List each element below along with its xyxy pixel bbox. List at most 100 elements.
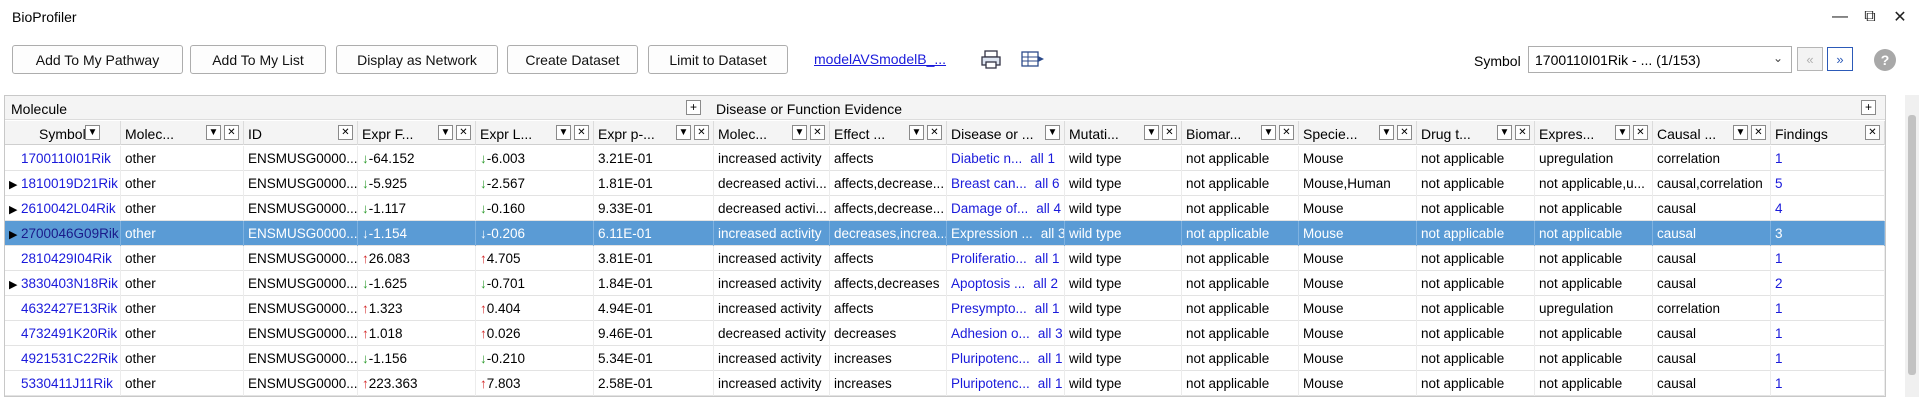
filter-icon[interactable]: ▼ bbox=[1261, 125, 1276, 140]
filter-icon[interactable]: ▼ bbox=[1615, 125, 1630, 140]
cell-findings[interactable]: 1 bbox=[1771, 321, 1885, 346]
column-header-species[interactable]: Specie... ▼ ✕ bbox=[1299, 121, 1417, 145]
disease-link[interactable]: Expression ... bbox=[951, 226, 1033, 241]
disease-link[interactable]: Diabetic n... bbox=[951, 151, 1022, 166]
table-row[interactable]: 1700110I01Rik other ENSMUSG0000... ↓-64.152… bbox=[5, 146, 1885, 171]
all-findings-link[interactable]: all 1 bbox=[1038, 376, 1063, 391]
expand-row-icon[interactable]: ▶ bbox=[9, 178, 21, 191]
previous-symbol-button[interactable]: « bbox=[1797, 47, 1823, 71]
column-header-disease[interactable]: Disease or ... ▼ bbox=[947, 121, 1065, 145]
next-symbol-button[interactable]: » bbox=[1827, 47, 1853, 71]
filter-icon[interactable]: ▼ bbox=[1379, 125, 1394, 140]
symbol-link[interactable]: 2810429I04Rik bbox=[21, 251, 112, 266]
disease-link[interactable]: Damage of... bbox=[951, 201, 1028, 216]
filter-icon[interactable]: ▼ bbox=[1045, 125, 1060, 140]
filter-icon[interactable]: ▼ bbox=[206, 125, 221, 140]
column-header-p[interactable]: Expr p-... ▼ ✕ bbox=[594, 121, 714, 145]
table-row[interactable]: 2810429I04Rik other ENSMUSG0000... ↑26.083 ↑… bbox=[5, 246, 1885, 271]
remove-column-icon[interactable]: ✕ bbox=[338, 125, 353, 140]
print-icon[interactable] bbox=[980, 48, 1004, 70]
close-icon[interactable]: ✕ bbox=[1888, 6, 1912, 28]
expand-disease-group-icon[interactable]: + bbox=[1861, 100, 1876, 115]
column-header-id[interactable]: ID ✕ bbox=[244, 121, 358, 145]
table-row[interactable]: ▶ 2700046G09Rik other ENSMUSG0000... ↓-1.154… bbox=[5, 221, 1885, 246]
all-findings-link[interactable]: all 6 bbox=[1035, 176, 1060, 191]
cell-symbol[interactable]: ▶ 2610042L04Rik bbox=[5, 196, 121, 221]
column-header-bio[interactable]: Biomar... ▼ ✕ bbox=[1182, 121, 1299, 145]
cell-disease[interactable]: Expression ... all 3 bbox=[947, 221, 1065, 246]
cell-findings[interactable]: 3 bbox=[1771, 221, 1885, 246]
remove-column-icon[interactable]: ✕ bbox=[1751, 125, 1766, 140]
findings-count-link[interactable]: 1 bbox=[1775, 376, 1783, 391]
findings-count-link[interactable]: 1 bbox=[1775, 301, 1783, 316]
cell-disease[interactable]: Diabetic n... all 1 bbox=[947, 146, 1065, 171]
column-header-expr[interactable]: Expres... ▼ ✕ bbox=[1535, 121, 1653, 145]
symbol-link[interactable]: 2610042L04Rik bbox=[21, 201, 116, 216]
findings-count-link[interactable]: 4 bbox=[1775, 201, 1783, 216]
filter-icon[interactable]: ▼ bbox=[438, 125, 453, 140]
findings-count-link[interactable]: 1 bbox=[1775, 351, 1783, 366]
symbol-link[interactable]: 4632427E13Rik bbox=[21, 301, 117, 316]
findings-count-link[interactable]: 1 bbox=[1775, 151, 1783, 166]
column-header-effect[interactable]: Effect ... ▼ ✕ bbox=[830, 121, 947, 145]
filter-icon[interactable]: ▼ bbox=[1497, 125, 1512, 140]
all-findings-link[interactable]: all 1 bbox=[1035, 301, 1060, 316]
disease-link[interactable]: Proliferatio... bbox=[951, 251, 1027, 266]
filter-icon[interactable]: ▼ bbox=[792, 125, 807, 140]
column-header-causal[interactable]: Causal ... ▼ ✕ bbox=[1653, 121, 1771, 145]
remove-column-icon[interactable]: ✕ bbox=[927, 125, 942, 140]
expand-row-icon[interactable]: ▶ bbox=[9, 278, 21, 291]
disease-link[interactable]: Pluripotenc... bbox=[951, 376, 1030, 391]
remove-column-icon[interactable]: ✕ bbox=[1397, 125, 1412, 140]
remove-column-icon[interactable]: ✕ bbox=[1865, 125, 1880, 140]
all-findings-link[interactable]: all 1 bbox=[1030, 151, 1055, 166]
cell-disease[interactable]: Pluripotenc... all 1 bbox=[947, 371, 1065, 396]
cell-findings[interactable]: 1 bbox=[1771, 146, 1885, 171]
cell-symbol[interactable]: 4921531C22Rik bbox=[5, 346, 121, 371]
cell-disease[interactable]: Adhesion o... all 3 bbox=[947, 321, 1065, 346]
remove-column-icon[interactable]: ✕ bbox=[224, 125, 239, 140]
column-header-drug[interactable]: Drug t... ▼ ✕ bbox=[1417, 121, 1535, 145]
cell-findings[interactable]: 2 bbox=[1771, 271, 1885, 296]
disease-link[interactable]: Presympto... bbox=[951, 301, 1027, 316]
cell-disease[interactable]: Apoptosis ... all 2 bbox=[947, 271, 1065, 296]
cell-disease[interactable]: Damage of... all 4 bbox=[947, 196, 1065, 221]
cell-findings[interactable]: 1 bbox=[1771, 346, 1885, 371]
table-row[interactable]: ▶ 1810019D21Rik other ENSMUSG0000... ↓-5.925… bbox=[5, 171, 1885, 196]
minimize-icon[interactable]: — bbox=[1828, 6, 1852, 28]
filter-icon[interactable]: ▼ bbox=[676, 125, 691, 140]
export-table-icon[interactable] bbox=[1020, 48, 1044, 70]
symbol-link[interactable]: 1810019D21Rik bbox=[21, 176, 118, 191]
cell-symbol[interactable]: 4732491K20Rik bbox=[5, 321, 121, 346]
cell-symbol[interactable]: 2810429I04Rik bbox=[5, 246, 121, 271]
cell-disease[interactable]: Breast can... all 6 bbox=[947, 171, 1065, 196]
cell-findings[interactable]: 1 bbox=[1771, 246, 1885, 271]
remove-column-icon[interactable]: ✕ bbox=[574, 125, 589, 140]
filter-icon[interactable]: ▼ bbox=[85, 125, 100, 140]
table-row[interactable]: 5330411J11Rik other ENSMUSG0000... ↑223.363… bbox=[5, 371, 1885, 396]
cell-disease[interactable]: Pluripotenc... all 1 bbox=[947, 346, 1065, 371]
cell-symbol[interactable]: ▶ 1810019D21Rik bbox=[5, 171, 121, 196]
column-header-findings[interactable]: Findings ✕ bbox=[1771, 121, 1885, 145]
all-findings-link[interactable]: all 3 bbox=[1041, 226, 1064, 241]
remove-column-icon[interactable]: ✕ bbox=[1162, 125, 1177, 140]
table-row[interactable]: ▶ 3830403N18Rik other ENSMUSG0000... ↓-1.625… bbox=[5, 271, 1885, 296]
symbol-link[interactable]: 3830403N18Rik bbox=[21, 276, 118, 291]
cell-symbol[interactable]: 4632427E13Rik bbox=[5, 296, 121, 321]
symbol-link[interactable]: 1700110I01Rik bbox=[21, 151, 111, 166]
vertical-scrollbar[interactable] bbox=[1905, 95, 1919, 397]
symbol-link[interactable]: 4921531C22Rik bbox=[21, 351, 118, 366]
column-header-lr[interactable]: Expr L... ▼ ✕ bbox=[476, 121, 594, 145]
restore-icon[interactable]: ⧉ bbox=[1858, 6, 1882, 28]
findings-count-link[interactable]: 1 bbox=[1775, 251, 1783, 266]
all-findings-link[interactable]: all 1 bbox=[1035, 251, 1060, 266]
all-findings-link[interactable]: all 4 bbox=[1036, 201, 1061, 216]
findings-count-link[interactable]: 3 bbox=[1775, 226, 1783, 241]
remove-column-icon[interactable]: ✕ bbox=[456, 125, 471, 140]
findings-count-link[interactable]: 1 bbox=[1775, 326, 1783, 341]
symbol-select[interactable]: 1700110I01Rik - ... (1/153) ⌄ bbox=[1528, 46, 1792, 73]
symbol-link[interactable]: 2700046G09Rik bbox=[21, 226, 119, 241]
add-to-my-list-button[interactable]: Add To My List bbox=[190, 45, 326, 74]
remove-column-icon[interactable]: ✕ bbox=[1515, 125, 1530, 140]
filter-icon[interactable]: ▼ bbox=[1144, 125, 1159, 140]
